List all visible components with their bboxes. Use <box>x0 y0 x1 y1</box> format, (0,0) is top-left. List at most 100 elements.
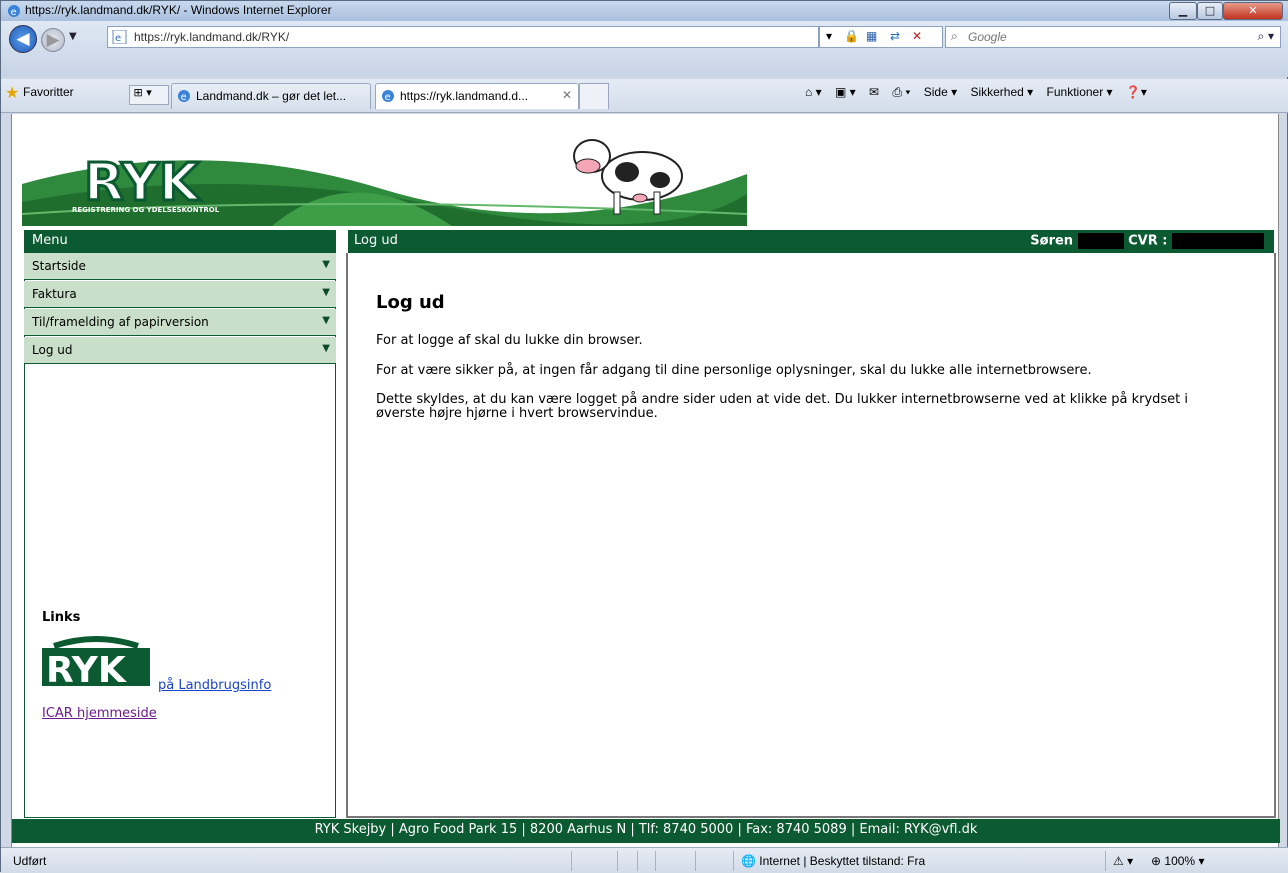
arrow-left-icon: ◀ <box>16 29 30 49</box>
maximize-button[interactable]: □ <box>1197 2 1223 20</box>
help-icon[interactable]: ❓▾ <box>1126 85 1147 99</box>
compatibility-icon[interactable]: ▦ <box>866 29 877 43</box>
icar-link[interactable]: ICAR hjemmeside <box>42 706 157 721</box>
sidebar-item-startside[interactable]: Startside ▼ <box>24 253 336 280</box>
page-icon: e <box>112 30 127 44</box>
address-text[interactable]: https://ryk.landmand.dk/RYK/ <box>134 30 289 44</box>
status-divider <box>655 851 656 871</box>
window-title: https://ryk.landmand.dk/RYK/ - Windows I… <box>25 3 332 17</box>
address-dropdown-icon[interactable]: ▾ <box>826 29 832 43</box>
tab-row: ★ Favoritter ⊞ ▾ e Landmand.dk – gør det… <box>1 79 1288 113</box>
svg-text:RYK: RYK <box>46 650 127 690</box>
mail-icon[interactable]: ✉ <box>869 85 879 99</box>
browser-window: e https://ryk.landmand.dk/RYK/ - Windows… <box>0 0 1288 873</box>
main-header-title: Log ud <box>354 233 398 248</box>
cvr-label: CVR : <box>1128 233 1168 249</box>
sidebar-item-papirversion[interactable]: Til/framelding af papirversion ▼ <box>24 309 336 336</box>
lock-icon[interactable]: 🔒 <box>844 29 859 43</box>
quick-tabs-button[interactable]: ⊞ ▾ <box>129 85 169 105</box>
paragraph-3: Dette skyldes, at du kan være logget på … <box>376 392 1189 421</box>
title-bar: e https://ryk.landmand.dk/RYK/ - Windows… <box>1 1 1288 21</box>
banner: RYK REGISTRERING OG YDELSESKONTROL <box>22 114 747 226</box>
tab-ryk[interactable]: e https://ryk.landmand.d... ✕ <box>375 83 579 109</box>
sidebar-item-log-ud[interactable]: Log ud ▼ <box>24 337 336 364</box>
status-bar: Udført 🌐 Internet | Beskyttet tilstand: … <box>1 847 1288 873</box>
zone-text: Internet | Beskyttet tilstand: Fra <box>759 854 926 868</box>
svg-text:e: e <box>385 92 391 103</box>
chevron-down-icon: ▼ <box>322 259 330 270</box>
paragraph-2: For at være sikker på, at ingen får adga… <box>376 363 1092 378</box>
tools-menu[interactable]: Funktioner ▾ <box>1047 85 1113 99</box>
command-bar: ⌂ ▾ ▣ ▾ ✉ ⎙ ▾ Side ▾ Sikkerhed ▾ Funktio… <box>805 85 1157 100</box>
globe-icon: 🌐 <box>741 854 756 868</box>
close-tab-icon[interactable]: ✕ <box>562 88 572 102</box>
tab-label: Landmand.dk – gør det let... <box>196 89 347 103</box>
status-divider <box>571 851 572 871</box>
user-info: Søren CVR : <box>1030 233 1264 249</box>
tab-landmand[interactable]: e Landmand.dk – gør det let... <box>171 83 371 109</box>
feeds-icon[interactable]: ▣ ▾ <box>835 85 856 99</box>
status-divider <box>733 851 734 871</box>
favorites-button[interactable]: Favoritter <box>23 85 74 99</box>
refresh-icon[interactable]: ⇄ <box>890 29 900 43</box>
sidebar-item-label: Til/framelding af papirversion <box>32 315 209 329</box>
status-text: Udført <box>13 854 47 868</box>
page-content: RYK REGISTRERING OG YDELSESKONTROL Menu <box>11 114 1280 847</box>
forward-button[interactable]: ▶ <box>41 28 65 52</box>
sidebar-item-label: Startside <box>32 259 86 273</box>
history-dropdown[interactable]: ▼ <box>69 31 77 42</box>
svg-text:REGISTRERING OG YDELSESKONTROL: REGISTRERING OG YDELSESKONTROL <box>72 206 220 214</box>
zoom-control[interactable]: ⊕ 100% ▾ <box>1151 854 1204 868</box>
user-name: Søren <box>1030 233 1074 249</box>
ie-icon: e <box>8 5 20 18</box>
search-icon: ⌕ <box>951 29 958 43</box>
svg-text:e: e <box>115 33 121 44</box>
paragraph-1: For at logge af skal du lukke din browse… <box>376 333 643 348</box>
new-tab-button[interactable] <box>579 83 609 109</box>
search-box[interactable]: ⌕ ⌕ ▾ <box>945 26 1281 48</box>
address-tools: ▾ 🔒 ▦ ⇄ ✕ <box>819 26 943 48</box>
tab-label: https://ryk.landmand.d... <box>400 89 529 103</box>
safety-menu[interactable]: Sikkerhed ▾ <box>970 85 1033 99</box>
redacted-name <box>1077 233 1124 249</box>
ie-icon: e <box>382 90 394 103</box>
print-icon[interactable]: ⎙ ▾ <box>892 85 910 99</box>
page-menu[interactable]: Side ▾ <box>924 85 957 99</box>
links-heading: Links <box>42 610 81 625</box>
ie-icon: e <box>178 90 190 103</box>
sidebar-item-label: Faktura <box>32 287 77 301</box>
minimize-button[interactable]: ▁ <box>1169 2 1197 20</box>
menu-header: Menu <box>24 230 336 253</box>
zoom-level: 100% <box>1164 854 1196 868</box>
redacted-cvr <box>1172 233 1264 249</box>
sidebar-item-faktura[interactable]: Faktura ▼ <box>24 281 336 308</box>
chevron-down-icon: ▼ <box>322 287 330 298</box>
banner-image: RYK REGISTRERING OG YDELSESKONTROL <box>22 114 747 226</box>
chevron-down-icon: ▼ <box>322 343 330 354</box>
chevron-down-icon: ▼ <box>322 315 330 326</box>
footer: RYK Skejby | Agro Food Park 15 | 8200 Aa… <box>12 819 1280 843</box>
stop-icon[interactable]: ✕ <box>912 29 922 43</box>
protected-mode-icon[interactable]: ⚠ ▾ <box>1113 854 1133 868</box>
status-divider <box>617 851 618 871</box>
zoom-icon: ⊕ <box>1151 854 1162 868</box>
back-button[interactable]: ◀ <box>9 25 37 53</box>
close-button[interactable]: ✕ <box>1223 2 1283 20</box>
search-go-icon[interactable]: ⌕ ▾ <box>1257 29 1274 44</box>
svg-text:e: e <box>181 92 187 103</box>
status-divider <box>695 851 696 871</box>
security-zone[interactable]: 🌐 Internet | Beskyttet tilstand: Fra <box>741 854 925 868</box>
address-bar[interactable]: e https://ryk.landmand.dk/RYK/ <box>107 26 819 48</box>
arrow-right-icon: ▶ <box>46 30 60 50</box>
status-divider <box>637 851 638 871</box>
sidebar-item-label: Log ud <box>32 343 73 357</box>
search-input[interactable] <box>968 30 1228 44</box>
main-header: Log ud Søren CVR : <box>348 230 1274 253</box>
page-title: Log ud <box>376 292 445 313</box>
star-icon: ★ <box>5 83 20 102</box>
landbrugsinfo-link[interactable]: på Landbrugsinfo <box>158 678 271 693</box>
svg-text:RYK: RYK <box>84 153 201 213</box>
home-icon[interactable]: ⌂ ▾ <box>805 85 822 99</box>
ryk-links-logo[interactable]: RYK <box>40 634 156 690</box>
svg-text:e: e <box>11 7 17 18</box>
